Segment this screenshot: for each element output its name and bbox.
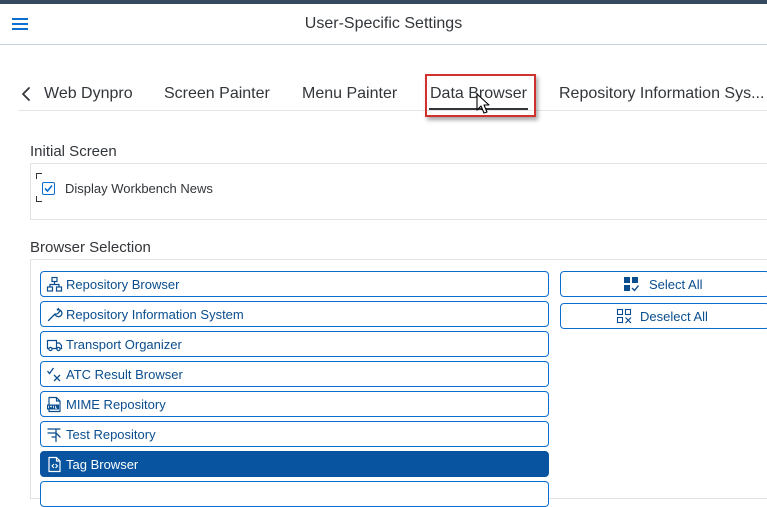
tab-scroll-left-button[interactable] — [18, 83, 38, 105]
browser-selection-title: Browser Selection — [30, 239, 151, 256]
bmp-file-icon — [47, 396, 61, 413]
mouse-cursor-icon — [476, 93, 490, 114]
page-header: User-Specific Settings — [0, 4, 767, 45]
test-repository-button[interactable]: Test Repository — [40, 421, 549, 447]
test-repository-label: Test Repository — [66, 427, 156, 442]
deselect-all-icon — [616, 308, 632, 324]
deselect-all-label: Deselect All — [640, 309, 708, 324]
select-all-button[interactable]: Select All — [560, 271, 767, 297]
wrench-icon — [47, 307, 63, 322]
tag-browser-label: Tag Browser — [66, 457, 139, 472]
tab-menu-painter[interactable]: Menu Painter — [302, 85, 397, 103]
display-workbench-news-checkbox[interactable] — [42, 182, 55, 195]
deselect-all-button[interactable]: Deselect All — [560, 303, 767, 329]
display-workbench-news-label: Display Workbench News — [65, 181, 213, 196]
select-all-label: Select All — [649, 277, 703, 292]
tag-browser-button[interactable]: Tag Browser — [40, 451, 549, 477]
hierarchy-icon — [46, 276, 63, 292]
tab-divider — [18, 110, 767, 111]
check-cross-icon — [46, 367, 61, 382]
tab-bar: Web Dynpro Screen Painter Menu Painter D… — [0, 78, 767, 112]
test-list-icon — [47, 428, 61, 443]
repository-information-system-button[interactable]: Repository Information System — [40, 301, 549, 327]
atc-result-browser-label: ATC Result Browser — [66, 367, 183, 382]
mime-repository-label: MIME Repository — [66, 397, 166, 412]
tag-document-icon — [48, 456, 61, 473]
page-title: User-Specific Settings — [304, 15, 463, 32]
mime-repository-button[interactable]: MIME Repository — [40, 391, 549, 417]
repository-information-system-label: Repository Information System — [66, 307, 244, 322]
tab-repository-information-system[interactable]: Repository Information Sys... — [559, 85, 764, 103]
checkmark-icon — [44, 184, 53, 193]
tab-screen-painter[interactable]: Screen Painter — [164, 85, 270, 103]
repository-browser-button[interactable]: Repository Browser — [40, 271, 549, 297]
truck-icon — [46, 339, 63, 352]
transport-organizer-button[interactable]: Transport Organizer — [40, 331, 549, 357]
list-item-partial[interactable] — [40, 481, 549, 507]
tab-web-dynpro[interactable]: Web Dynpro — [44, 85, 133, 103]
focus-corner — [36, 196, 42, 202]
focus-corner — [36, 173, 42, 179]
initial-screen-title: Initial Screen — [30, 143, 117, 160]
repository-browser-label: Repository Browser — [66, 277, 180, 292]
select-all-icon — [624, 277, 639, 292]
atc-result-browser-button[interactable]: ATC Result Browser — [40, 361, 549, 387]
chevron-left-icon — [22, 87, 30, 101]
transport-organizer-label: Transport Organizer — [66, 337, 182, 352]
